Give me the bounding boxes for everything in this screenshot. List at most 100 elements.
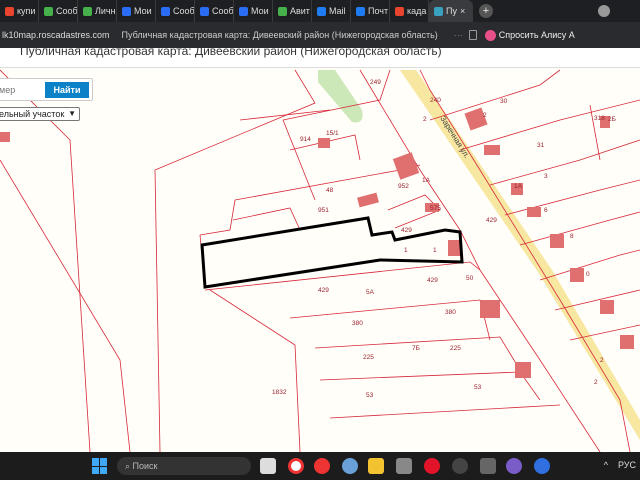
tab[interactable]: купи: [0, 0, 39, 22]
parcel-label: 1: [433, 247, 437, 254]
parcel-label: 2Б: [608, 116, 616, 123]
taskbar-search[interactable]: ⌕ Поиск: [117, 457, 251, 475]
more-icon[interactable]: ···: [454, 30, 463, 40]
tab-label: купи: [17, 6, 36, 16]
new-tab-button[interactable]: +: [479, 4, 493, 18]
tab[interactable]: Сооб: [39, 0, 78, 22]
parcel-label: 7Б: [412, 345, 420, 352]
tab[interactable]: Сооб: [195, 0, 234, 22]
arrow-logo-icon: [200, 6, 209, 16]
parcel-label: 53: [366, 392, 374, 399]
tab-label: када: [407, 6, 427, 16]
parcel-label: 53: [474, 384, 482, 391]
chevron-down-icon: ▼: [68, 109, 76, 118]
file-explorer-icon[interactable]: [368, 458, 384, 474]
parcel-label: 952: [398, 183, 409, 190]
tab-label: Сооб: [173, 6, 195, 16]
ask-alice-button[interactable]: Спросить Алису А: [484, 29, 575, 41]
tab[interactable]: Авит: [273, 0, 312, 22]
app-icon[interactable]: [396, 458, 412, 474]
tab-bar: купи Сооб Личн Мои Сооб Сооб Мои Авит Mail Почт ка…: [0, 0, 640, 22]
bookmark-icon[interactable]: [468, 30, 477, 40]
mail-icon: [356, 6, 365, 16]
avito-icon: [278, 6, 287, 16]
arrow-logo-icon: [122, 6, 131, 16]
arrow-logo-icon: [239, 6, 248, 16]
parcel-label: 3: [544, 173, 548, 180]
tab-label: Mail: [329, 6, 346, 16]
yandex-browser-icon[interactable]: [288, 458, 304, 474]
tab-label: Сооб: [212, 6, 234, 16]
tab-label: Пу: [446, 6, 457, 16]
game-icon[interactable]: [452, 458, 468, 474]
opera-icon[interactable]: [424, 458, 440, 474]
alice-icon: [484, 29, 496, 41]
parcel-label: 2: [600, 357, 604, 364]
parcel-label: 48: [326, 187, 334, 194]
parcel-label: 1832: [272, 389, 287, 396]
yandex-icon[interactable]: [314, 458, 330, 474]
parcel-label: 1А: [514, 183, 523, 190]
parcel-label: 225: [450, 345, 461, 352]
taskbar-search-label: Поиск: [132, 461, 158, 471]
parcel-label: 951: [318, 207, 329, 214]
tab-label: Авит: [290, 6, 310, 16]
parcel-label: 15/1: [326, 130, 339, 137]
parcel-label: 2: [423, 116, 427, 123]
tab[interactable]: Личн: [78, 0, 117, 22]
parcel-label: 249: [370, 79, 381, 86]
parcel-label: 429: [401, 227, 412, 234]
tab-label: Мои: [251, 6, 269, 16]
parcel-label: 380: [352, 320, 363, 327]
tab[interactable]: Мои: [117, 0, 156, 22]
parcel-label: 8: [570, 233, 574, 240]
parcel-label: 6: [544, 207, 548, 214]
find-button[interactable]: Найти: [45, 81, 89, 98]
tab[interactable]: Сооб: [156, 0, 195, 22]
page-header: Публичная кадастровая карта: Дивеевский …: [0, 44, 640, 68]
object-type-select[interactable]: ельный участок ▼: [0, 107, 80, 121]
game-launcher-icon[interactable]: [480, 458, 496, 474]
avito-icon: [44, 6, 53, 16]
parcel-label: 1А: [422, 177, 431, 184]
settings-icon[interactable]: [342, 458, 358, 474]
yandex-y-icon[interactable]: [534, 458, 550, 474]
parcel-label: 31: [537, 142, 545, 149]
parcel-label: 50: [466, 275, 474, 282]
taskbar: ⌕ Поиск ^ РУС: [0, 452, 640, 480]
task-view-icon[interactable]: [260, 458, 276, 474]
parcel-label: 914: [300, 136, 311, 143]
windows-start-icon[interactable]: [92, 458, 108, 474]
avito-icon: [83, 6, 92, 16]
yandex-icon: [395, 6, 404, 16]
tab-label: Почт: [368, 6, 389, 16]
yandex-icon: [5, 6, 14, 16]
avatar[interactable]: [598, 5, 610, 17]
close-tab-icon[interactable]: ×: [460, 6, 465, 16]
parcel-label: 240: [430, 97, 441, 104]
parcel-label: 575: [430, 205, 441, 212]
language-indicator[interactable]: РУС: [618, 460, 636, 470]
gamepad-icon[interactable]: [506, 458, 522, 474]
alice-label: Спросить Алису А: [498, 30, 575, 40]
tab-label: Сооб: [56, 6, 78, 16]
parcel-label: 1: [404, 247, 408, 254]
tab-label: Личн: [95, 6, 116, 16]
tray-chevron-icon[interactable]: ^: [604, 460, 608, 470]
tab[interactable]: када: [390, 0, 429, 22]
tab[interactable]: Почт: [351, 0, 390, 22]
parcel-label: 429: [486, 217, 497, 224]
parcel-label: 429: [427, 277, 438, 284]
tab[interactable]: Mail: [312, 0, 351, 22]
mail-icon: [317, 6, 326, 16]
parcel-label: 380: [445, 309, 456, 316]
parcel-label: 2: [594, 379, 598, 386]
cadastral-number-input[interactable]: [0, 81, 45, 98]
tab[interactable]: Пу ×: [429, 0, 473, 22]
cadastral-map[interactable]: Заречная ул. 91415/1489521А9514295751 142…: [0, 68, 640, 452]
tab[interactable]: Мои: [234, 0, 273, 22]
address-bar: lk10map.roscadastres.com Публичная кадас…: [0, 22, 640, 48]
url-field[interactable]: lk10map.roscadastres.com: [2, 30, 110, 40]
search-box: Найти: [0, 78, 93, 101]
parcel-label: 429: [318, 287, 329, 294]
